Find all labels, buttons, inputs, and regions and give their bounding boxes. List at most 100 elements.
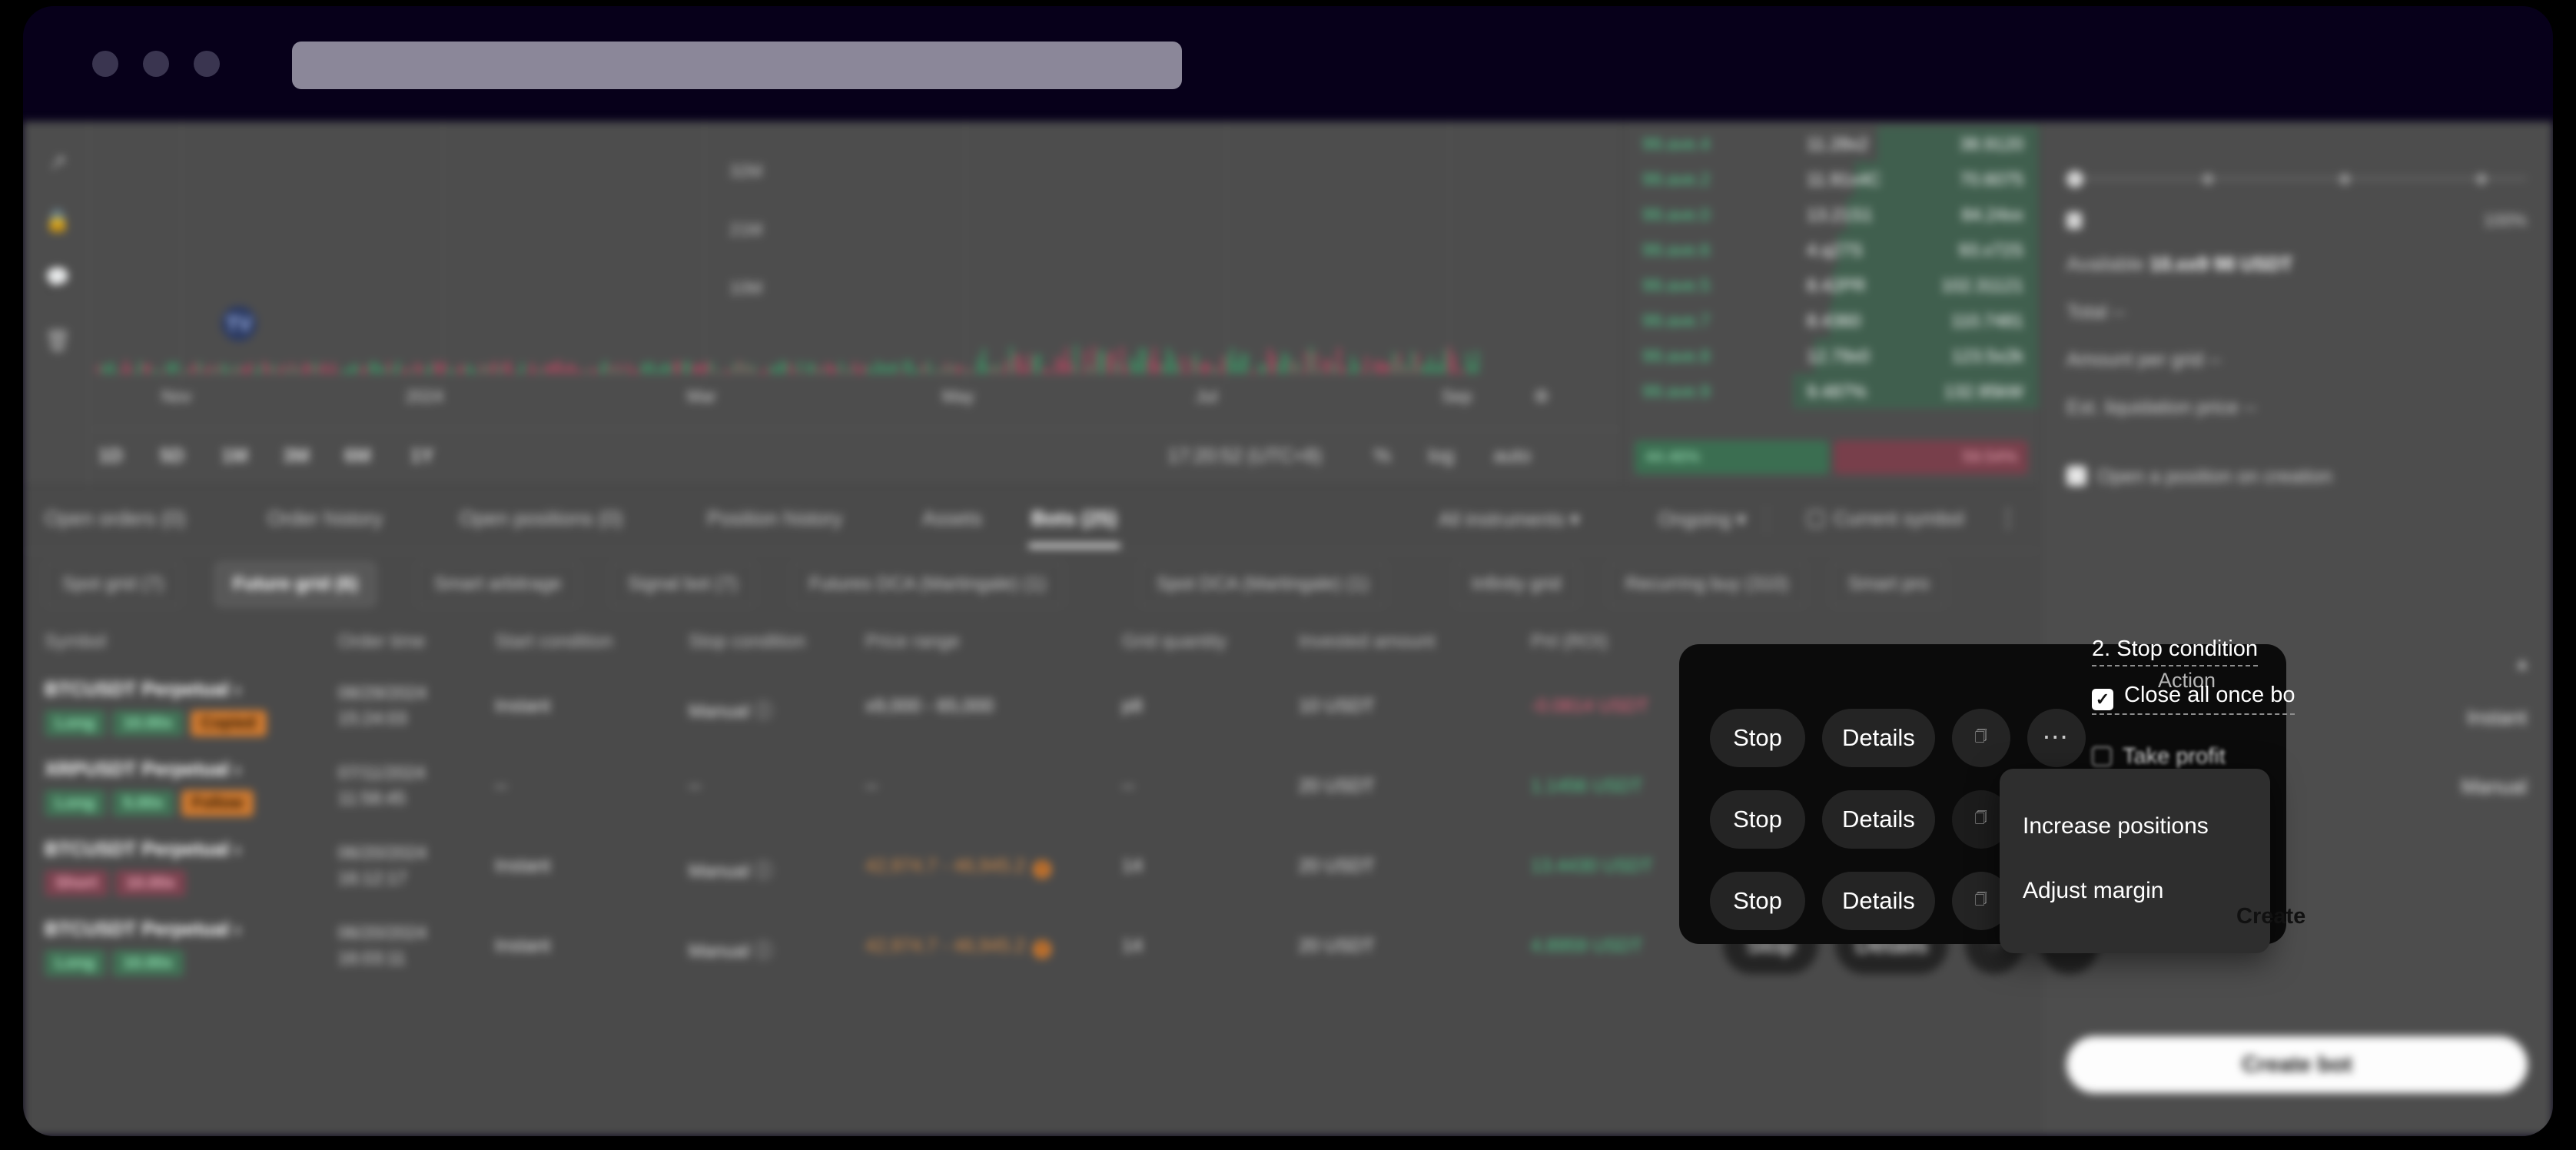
timeframe-5d[interactable]: 5D [160,445,184,467]
subtab-futures-dca[interactable]: Futures DCA (Martingale) (1) [792,562,1064,607]
cursor-icon[interactable]: ↗ [45,149,71,175]
orderbook-row[interactable]: 99.ave.64.q27S93.x72S [1624,232,2039,268]
price-chart[interactable]: TV 32M 21M 10M Nov 2024 Mar May Jul Sep … [89,121,1622,429]
subtab-smart-arbitrage[interactable]: Smart arbitrage [417,562,579,607]
candle [1111,351,1114,374]
cell-symbol: BTCUSDT Perpetual › Long 10.00x Copied [45,679,267,736]
url-bar[interactable] [292,42,1182,89]
subtab-future-grid[interactable]: Future grid (6) [215,562,376,607]
strategy-subtabs[interactable]: Spot grid (7) Future grid (6) Smart arbi… [23,551,2040,619]
candle [161,370,164,374]
details-button[interactable]: Details [1822,790,1935,849]
cell-pnl: -0.0814 USDT [1531,696,1648,717]
create-bot-button-sharp[interactable]: Create [2236,904,2305,929]
auto-scale-button[interactable]: auto [1493,445,1531,467]
candle [1282,352,1285,374]
settings-icon[interactable]: ⚙ [1534,387,1549,407]
instrument-filter[interactable]: All instruments ▾ [1439,508,1579,531]
details-button[interactable]: Details [1822,709,1935,767]
chevron-up-icon[interactable]: ▴ [2518,652,2527,674]
cell-price-range: -- [865,776,878,797]
stop-button[interactable]: Stop [1710,872,1805,930]
orderbook-row[interactable]: 99.ave.99.487%132.95kW [1624,374,2039,409]
candle [148,364,151,374]
ellipsis-icon[interactable]: ⋯ [2027,709,2086,767]
badge-source: Copied [191,710,267,736]
leverage-slider[interactable] [2066,168,2527,191]
stop-button[interactable]: Stop [1710,790,1805,849]
candle [978,358,981,374]
stop-button[interactable]: Stop [1710,709,1805,767]
candle [415,363,418,374]
candle [867,366,870,374]
close-all-checkbox-sharp[interactable]: ✓Close all once bo [2092,683,2295,715]
tab-open-orders[interactable]: Open orders (0) [45,507,186,530]
table-options-icon[interactable]: ⋮ [1997,505,2021,532]
current-symbol-checkbox[interactable]: Current symbol [1808,508,1964,530]
orderbook-row[interactable]: 99.ave.411.28x238.9120 [1624,126,2039,161]
percent-scale-button[interactable]: % [1374,445,1391,467]
orderbook-row[interactable]: 99.ave.812.79x0123.5x2k [1624,338,2039,374]
candle [314,362,317,374]
candle [489,365,492,374]
lock-icon[interactable]: 🔒 [45,208,71,234]
timeframe-1d[interactable]: 1D [98,445,123,467]
menu-item-adjust-margin[interactable]: Adjust margin [2023,878,2163,904]
orderbook-row[interactable]: 99.ave.013.21S184.24xx [1624,197,2039,232]
quantity-slider[interactable]: 100% [2066,206,2527,237]
y-axis-tick: 10M [729,278,762,298]
chart-drawing-toolbar[interactable]: ↗ 🔒 💬 🗑 [23,121,89,487]
cell-invested-amount: 20 USDT [1299,776,1375,797]
copy-icon[interactable]: 🗍 [1952,709,2010,767]
subtab-recurring-buy[interactable]: Recurring buy (310) [1608,562,1806,607]
open-position-on-creation-checkbox[interactable]: Open a position on creation [2066,466,2332,488]
log-scale-button[interactable]: log [1429,445,1454,467]
timeframe-1m[interactable]: 1M [221,445,248,467]
status-filter[interactable]: Ongoing ▾ [1658,508,1746,531]
timeframe-3m[interactable]: 3M [283,445,310,467]
orderbook-row[interactable]: 99.ave.78.4360110.7481 [1624,303,2039,338]
tab-position-history[interactable]: Position history [707,507,842,530]
trash-icon[interactable]: 🗑 [45,327,71,354]
close-window-dot[interactable] [92,51,118,77]
subtab-infinity-grid[interactable]: Infinity grid [1454,562,1578,607]
column-header-symbol: Symbol [45,631,106,653]
orderbook-buy-sell-bar[interactable]: 44.46% 59.54% [1635,440,2028,474]
candle [461,364,464,374]
create-bot-button[interactable]: Create bot [2066,1036,2528,1093]
order-book[interactable]: 99.ave.411.28x238.9120 99.ave.211.91x4C7… [1623,121,2038,487]
menu-item-increase-positions[interactable]: Increase positions [2023,813,2209,839]
candle [1033,355,1036,374]
timeframe-6m[interactable]: 6M [344,445,371,467]
subtab-smart-pro[interactable]: Smart pro [1831,562,1947,607]
tab-bots[interactable]: Bots (25) [1031,507,1117,530]
bot-config-panel[interactable]: 100% Available 10.xx9 98 USDT Total -- A… [2040,121,2553,1136]
tab-assets[interactable]: Assets [922,507,982,530]
subtab-spot-dca[interactable]: Spot DCA (Martingale) (1) [1139,562,1386,607]
candle [452,370,455,374]
candle [332,363,335,374]
subtab-signal-bot[interactable]: Signal bot (7) [610,562,755,607]
comment-icon[interactable]: 💬 [45,264,71,291]
orderbook-row[interactable]: 99.ave.58.42PR102.31121 [1624,268,2039,303]
cell-start-condition: Instant [495,936,550,957]
details-button[interactable]: Details [1822,872,1935,930]
orderbook-row[interactable]: 99.ave.211.91x4C70.6075 [1624,161,2039,197]
orders-tabstrip[interactable]: Open orders (0) Order history Open posit… [23,488,2040,551]
tab-order-history[interactable]: Order history [267,507,383,530]
subtab-spot-grid[interactable]: Spot grid (7) [45,562,181,607]
tab-open-positions[interactable]: Open positions (0) [460,507,622,530]
window-controls[interactable] [92,51,220,77]
candle [733,363,736,374]
candle [1314,352,1317,374]
row-context-menu[interactable]: Increase positions Adjust margin [2000,769,2270,953]
take-profit-checkbox[interactable]: Take profit [2092,744,2226,769]
minimize-window-dot[interactable] [143,51,169,77]
candle [1328,359,1331,374]
timeframe-1y[interactable]: 1Y [410,445,434,467]
candle [1305,351,1308,374]
candle [1402,363,1405,374]
candle [373,361,377,374]
maximize-window-dot[interactable] [194,51,220,77]
cell-grid-quantity: -- [1122,776,1134,797]
